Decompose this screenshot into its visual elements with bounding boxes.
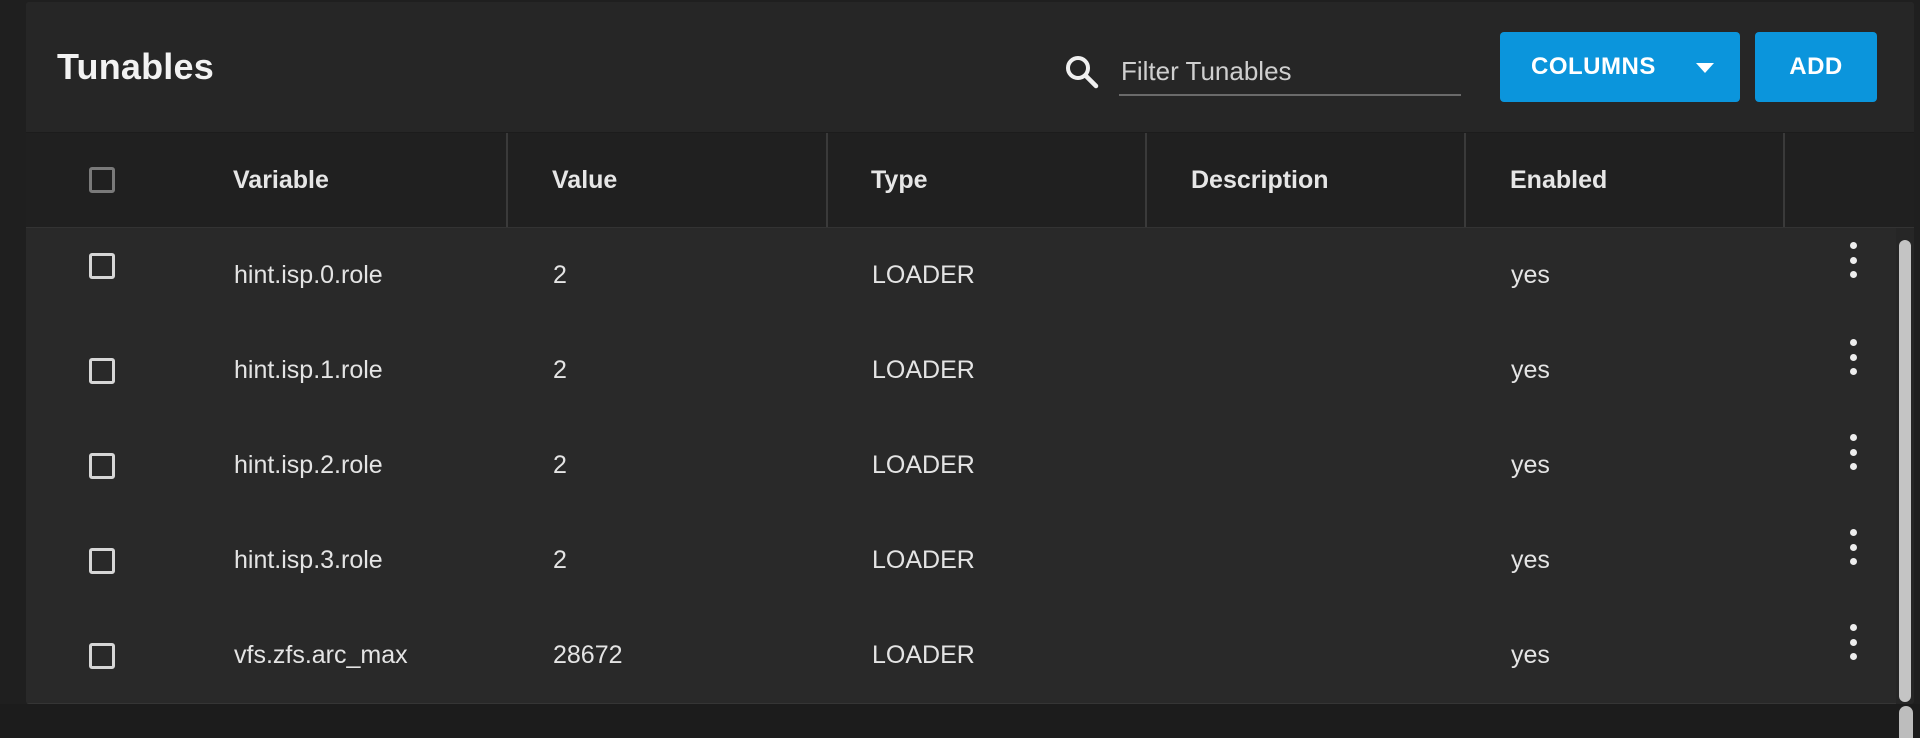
column-divider[interactable]: [1783, 133, 1785, 227]
column-divider[interactable]: [506, 133, 508, 227]
cell-variable: vfs.zfs.arc_max: [234, 641, 408, 669]
filter-tunables-input[interactable]: [1119, 48, 1461, 96]
cell-variable: hint.isp.1.role: [234, 356, 383, 384]
cell-enabled: yes: [1511, 356, 1550, 384]
column-divider[interactable]: [826, 133, 828, 227]
more-vert-icon[interactable]: [1843, 337, 1863, 377]
more-vert-icon[interactable]: [1843, 432, 1863, 472]
cell-value: 2: [553, 356, 567, 384]
more-vert-icon[interactable]: [1843, 622, 1863, 662]
table-row[interactable]: hint.isp.0.role 2 LOADER yes: [26, 228, 1896, 324]
cell-value: 2: [553, 546, 567, 574]
row-checkbox[interactable]: [89, 253, 115, 279]
more-vert-icon[interactable]: [1843, 527, 1863, 567]
cell-type: LOADER: [872, 356, 975, 384]
cell-variable: hint.isp.3.role: [234, 546, 383, 574]
table-row[interactable]: hint.isp.1.role 2 LOADER yes: [26, 323, 1896, 419]
tunables-card: Tunables COLUMNS ADD Variable Value Type: [26, 2, 1914, 704]
caret-down-icon: [1696, 63, 1714, 73]
column-divider[interactable]: [1145, 133, 1147, 227]
table-scrollbar-thumb[interactable]: [1899, 240, 1911, 702]
cell-value: 2: [553, 451, 567, 479]
cell-variable: hint.isp.0.role: [234, 261, 383, 289]
add-button[interactable]: ADD: [1755, 32, 1877, 102]
columns-button[interactable]: COLUMNS: [1500, 32, 1740, 102]
cell-value: 28672: [553, 641, 623, 669]
table-row[interactable]: hint.isp.3.role 2 LOADER yes: [26, 513, 1896, 609]
cell-type: LOADER: [872, 546, 975, 574]
columns-button-label: COLUMNS: [1531, 53, 1656, 80]
row-checkbox[interactable]: [89, 358, 115, 384]
column-divider[interactable]: [1464, 133, 1466, 227]
column-header-enabled[interactable]: Enabled: [1510, 133, 1810, 227]
cell-value: 2: [553, 261, 567, 289]
cell-enabled: yes: [1511, 641, 1550, 669]
cell-variable: hint.isp.2.role: [234, 451, 383, 479]
cell-type: LOADER: [872, 641, 975, 669]
table-header-row: Variable Value Type Description Enabled: [26, 133, 1914, 228]
cell-enabled: yes: [1511, 451, 1550, 479]
card-header: Tunables COLUMNS ADD: [26, 2, 1914, 133]
page: Tunables COLUMNS ADD Variable Value Type: [0, 0, 1920, 738]
row-checkbox[interactable]: [89, 453, 115, 479]
search-icon[interactable]: [1062, 52, 1102, 92]
select-all-checkbox[interactable]: [89, 167, 115, 193]
page-footer-area: [0, 704, 1920, 738]
cell-enabled: yes: [1511, 546, 1550, 574]
table-row[interactable]: hint.isp.2.role 2 LOADER yes: [26, 418, 1896, 514]
row-checkbox[interactable]: [89, 643, 115, 669]
add-button-label: ADD: [1789, 53, 1843, 80]
page-scrollbar-thumb[interactable]: [1899, 706, 1913, 738]
table-row[interactable]: vfs.zfs.arc_max 28672 LOADER yes: [26, 608, 1896, 704]
more-vert-icon[interactable]: [1843, 240, 1863, 280]
column-header-description[interactable]: Description: [1191, 133, 1491, 227]
cell-type: LOADER: [872, 261, 975, 289]
table-body: hint.isp.0.role 2 LOADER yes hint.isp.1.…: [26, 228, 1914, 704]
cell-enabled: yes: [1511, 261, 1550, 289]
row-checkbox[interactable]: [89, 548, 115, 574]
column-header-variable[interactable]: Variable: [233, 133, 533, 227]
column-header-type[interactable]: Type: [871, 133, 1171, 227]
page-title: Tunables: [57, 46, 214, 87]
column-header-value[interactable]: Value: [552, 133, 852, 227]
cell-type: LOADER: [872, 451, 975, 479]
